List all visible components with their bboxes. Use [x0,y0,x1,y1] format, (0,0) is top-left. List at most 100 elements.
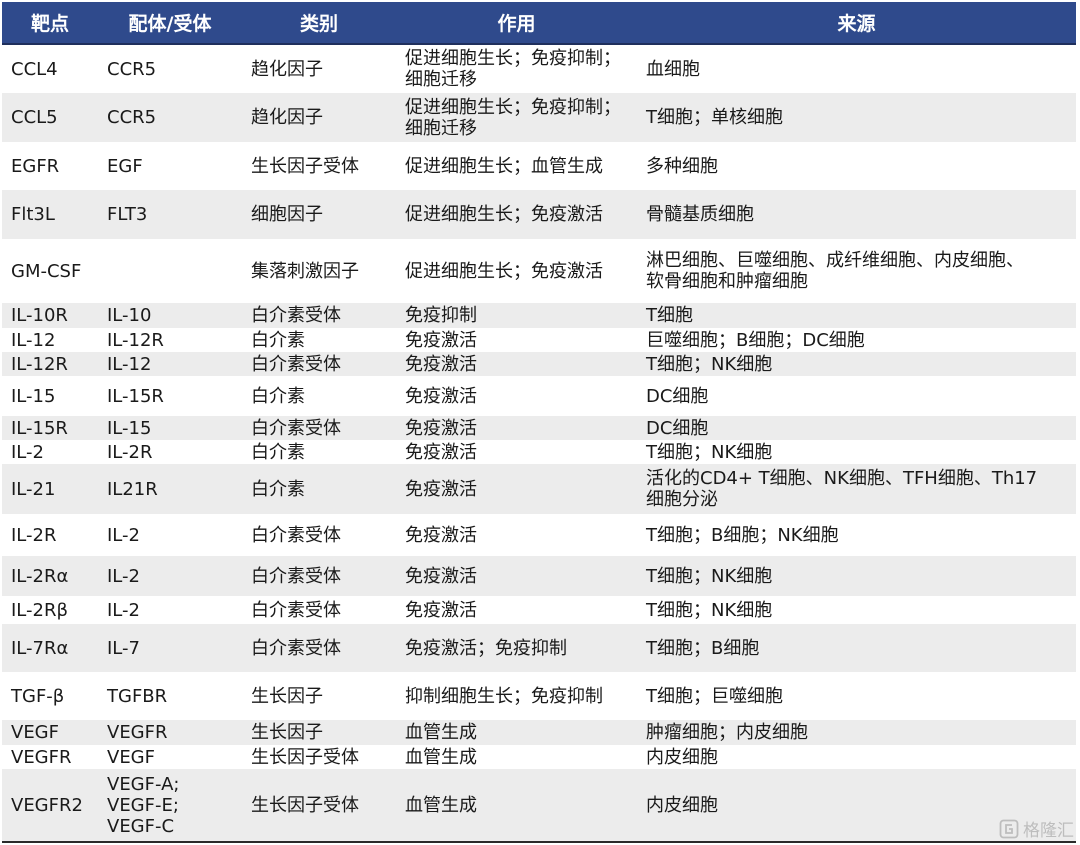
category-cell: 趋化因子 [251,107,323,128]
header-row: 靶点 配体/受体 类别 作用 来源 [2,2,1076,45]
effect-cell: 免疫激活 [405,353,477,375]
effect-cell: 促进细胞生长；免疫激活 [405,204,603,225]
ligand-cell: FLT3 [107,204,148,225]
effect-cell: 免疫激活 [405,441,477,463]
effect-cell: 免疫激活 [405,329,477,351]
table-row: IL-12 IL-12R 白介素 免疫激活 巨噬细胞；B细胞；DC细胞 [2,328,1076,352]
category-cell: 白介素受体 [251,599,341,621]
target-cell: VEGFR [11,746,72,768]
effect-cell: 免疫激活 [405,524,477,546]
header-effect: 作用 [396,2,637,45]
table-row: IL-21 IL21R 白介素 免疫激活 活化的CD4+ T细胞、NK细胞、TFH细胞、… [2,464,1076,514]
source-cell: T细胞；巨噬细胞 [646,685,783,707]
table-header: 靶点 配体/受体 类别 作用 来源 [2,2,1076,45]
effect-cell: 免疫激活；免疫抑制 [405,637,567,659]
table-row: IL-2 IL-2R 白介素 免疫激活 T细胞；NK细胞 [2,440,1076,464]
source-cell: T细胞；NK细胞 [646,599,773,621]
effect-cell: 免疫激活 [405,385,477,407]
target-cell: Flt3L [11,204,55,225]
ligand-cell: CCR5 [107,107,157,128]
effect-cell: 免疫激活 [405,565,477,587]
table-row: IL-2Rα IL-2 白介素受体 免疫激活 T细胞；NK细胞 [2,556,1076,596]
category-cell: 集落刺激因子 [251,260,359,282]
category-cell: 生长因子 [251,722,323,743]
effect-cell: 血管生成 [405,722,477,743]
source-cell: DC细胞 [646,417,709,439]
table-row: IL-15R IL-15 白介素受体 免疫激活 DC细胞 [2,416,1076,440]
target-cell: IL-2Rβ [11,599,68,621]
target-cell: TGF-β [11,685,65,707]
source-cell: T细胞；NK细胞 [646,441,773,463]
ligand-cell: IL-15 [107,417,152,439]
ligand-cell: IL-2 [107,524,140,546]
header-source: 来源 [637,2,1076,45]
source-cell: T细胞；B细胞；NK细胞 [646,524,839,546]
watermark-text: 格隆汇 [1023,821,1074,841]
ligand-cell: VEGF-A; VEGF-E; VEGF-C [98,769,242,843]
table-row: CCL5 CCR5 趋化因子 促进细胞生长；免疫抑制； 细胞迁移 T细胞；单核细胞 [2,93,1076,142]
category-cell: 生长因子受体 [242,769,396,843]
source-cell: 活化的CD4+ T细胞、NK细胞、TFH细胞、Th17 细胞分泌 [646,468,1038,510]
target-cell: IL-15 [11,385,56,407]
target-cell: IL-15R [11,417,68,439]
target-cell: VEGF [11,722,59,743]
category-cell: 白介素受体 [251,417,341,439]
data-table: 靶点 配体/受体 类别 作用 来源 CCL4 CCR5 趋化因子 促进细胞生长；免疫抑… [2,2,1076,843]
source-cell: 骨髓基质细胞 [646,204,754,225]
table-body: CCL4 CCR5 趋化因子 促进细胞生长；免疫抑制； 细胞迁移 血细胞 CCL5 CCR5… [2,44,1076,843]
ligand-cell: IL-2 [107,565,140,587]
category-cell: 白介素受体 [251,353,341,375]
source-cell: 巨噬细胞；B细胞；DC细胞 [646,329,865,351]
category-cell: 细胞因子 [251,204,323,225]
gelonghui-logo-icon [999,819,1019,838]
source-cell: DC细胞 [646,385,709,407]
category-cell: 白介素受体 [251,524,341,546]
target-cell: IL-7Rα [11,637,69,659]
effect-cell: 促进细胞生长；免疫激活 [405,260,603,282]
source-cell: T细胞；单核细胞 [646,107,783,128]
effect-cell: 免疫激活 [405,478,477,500]
effect-cell: 免疫激活 [405,599,477,621]
table-row: VEGF VEGFR 生长因子 血管生成 肿瘤细胞；内皮细胞 [2,720,1076,745]
effect-cell: 免疫激活 [405,417,477,439]
target-cell: IL-12 [11,329,56,351]
table-row: IL-15 IL-15R 白介素 免疫激活 DC细胞 [2,376,1076,416]
target-cell: IL-12R [11,353,68,375]
category-cell: 白介素受体 [251,637,341,659]
source-cell: 多种细胞 [646,155,718,177]
ligand-cell: IL-15R [107,385,164,407]
table-row: IL-2Rβ IL-2 白介素受体 免疫激活 T细胞；NK细胞 [2,596,1076,624]
ligand-cell: IL-2 [107,599,140,621]
ligand-cell: IL-12R [107,329,164,351]
category-cell: 生长因子受体 [251,746,359,768]
header-category: 类别 [242,2,396,45]
table-row: EGFR EGF 生长因子受体 促进细胞生长；血管生成 多种细胞 [2,142,1076,190]
effect-cell: 免疫抑制 [405,305,477,326]
table-row: IL-7Rα IL-7 白介素受体 免疫激活；免疫抑制 T细胞；B细胞 [2,624,1076,672]
ligand-cell: CCR5 [107,58,157,80]
ligand-cell [98,239,242,303]
table-row: IL-2R IL-2 白介素受体 免疫激活 T细胞；B细胞；NK细胞 [2,514,1076,556]
ligand-cell: IL21R [107,478,158,500]
effect-cell: 血管生成 [405,746,477,768]
category-cell: 白介素受体 [251,305,341,326]
category-cell: 白介素 [251,329,305,351]
target-cell: GM-CSF [11,260,82,282]
target-cell: IL-21 [11,478,56,500]
source-cell: 肿瘤细胞；内皮细胞 [646,722,808,743]
source-cell: 淋巴细胞、巨噬细胞、成纤维细胞、内皮细胞、 软骨细胞和肿瘤细胞 [646,250,1024,292]
watermark: 格隆汇 [999,816,1074,841]
target-cell: IL-2R [11,524,57,546]
source-cell: T细胞；NK细胞 [646,353,773,375]
target-cell: CCL4 [11,58,58,80]
table-row: Flt3L FLT3 细胞因子 促进细胞生长；免疫激活 骨髓基质细胞 [2,190,1076,239]
source-cell: 内皮细胞 [646,746,718,768]
target-cell: IL-10R [11,305,68,326]
target-cell: VEGFR2 [2,769,98,843]
ligand-cell: IL-2R [107,441,153,463]
source-cell: T细胞 [646,305,693,326]
effect-cell: 促进细胞生长；免疫抑制； 细胞迁移 [405,96,621,139]
table-row: VEGFR VEGF 生长因子受体 血管生成 内皮细胞 [2,745,1076,769]
table-row: GM-CSF 集落刺激因子 促进细胞生长；免疫激活 淋巴细胞、巨噬细胞、成纤维细胞、内… [2,239,1076,303]
ligand-cell: IL-7 [107,637,140,659]
